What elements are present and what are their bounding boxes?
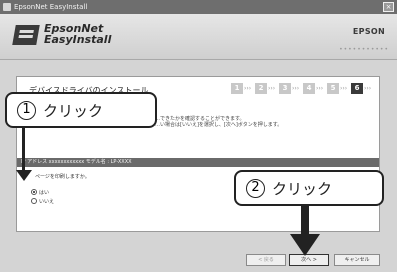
step-1: 1: [231, 83, 243, 94]
back-button[interactable]: < 戻る: [246, 254, 286, 266]
step-3: 3: [279, 83, 291, 94]
callout-2-number: 2: [246, 178, 265, 198]
radio-yes[interactable]: はい: [31, 188, 49, 196]
callout-1-text: クリック: [43, 101, 104, 120]
step-arrow-icon: ›››: [316, 85, 324, 92]
callout-step-1: 1 クリック: [5, 92, 157, 128]
step-arrow-icon: ›››: [268, 85, 276, 92]
radio-yes-label: はい: [39, 189, 50, 196]
radio-no-button[interactable]: [31, 198, 37, 204]
epsonnet-logo-icon: [12, 25, 40, 45]
arrow-2-down-icon: [290, 234, 320, 256]
callout-2-text: クリック: [272, 179, 333, 198]
radio-no-label: いいえ: [39, 198, 55, 205]
print-question: ページを印刷しますか。: [35, 174, 90, 180]
installer-window: EpsonNet EasyInstall × EpsonNet EasyInst…: [0, 0, 397, 272]
step-arrow-icon: ›››: [244, 85, 252, 92]
arrow-1-shaft: [22, 127, 25, 170]
header-dots: •••••••••••: [339, 46, 389, 53]
radio-no[interactable]: いいえ: [31, 197, 54, 205]
step-6-active: 6: [351, 83, 363, 94]
window-title: EpsonNet EasyInstall: [14, 3, 88, 11]
app-header: EpsonNet EasyInstall EPSON •••••••••••: [0, 14, 397, 60]
step-arrow-icon: ›››: [340, 85, 348, 92]
callout-step-2: 2 クリック: [234, 170, 384, 206]
cancel-button[interactable]: キャンセル: [334, 254, 380, 266]
arrow-1-down-icon: [16, 170, 32, 181]
app-logo-line2: EasyInstall: [44, 33, 112, 46]
printer-info-bar: IP アドレス xxxxxxxxxxxx モデル名 : LP-XXXX: [17, 158, 379, 167]
title-bar: EpsonNet EasyInstall ×: [0, 0, 397, 14]
app-icon: [3, 3, 11, 11]
step-5: 5: [327, 83, 339, 94]
arrow-2-shaft: [301, 205, 309, 235]
close-button[interactable]: ×: [383, 2, 394, 12]
step-arrow-icon: ›››: [292, 85, 300, 92]
brand-label: EPSON: [352, 27, 385, 36]
radio-yes-button[interactable]: [31, 189, 37, 195]
description-line-2: …い場合は[いいえ]を選択し、[次へ]ボタンを押します。: [155, 122, 283, 128]
callout-1-number: 1: [17, 100, 36, 120]
step-2: 2: [255, 83, 267, 94]
step-4: 4: [303, 83, 315, 94]
step-arrow-icon: ›››: [364, 85, 372, 92]
